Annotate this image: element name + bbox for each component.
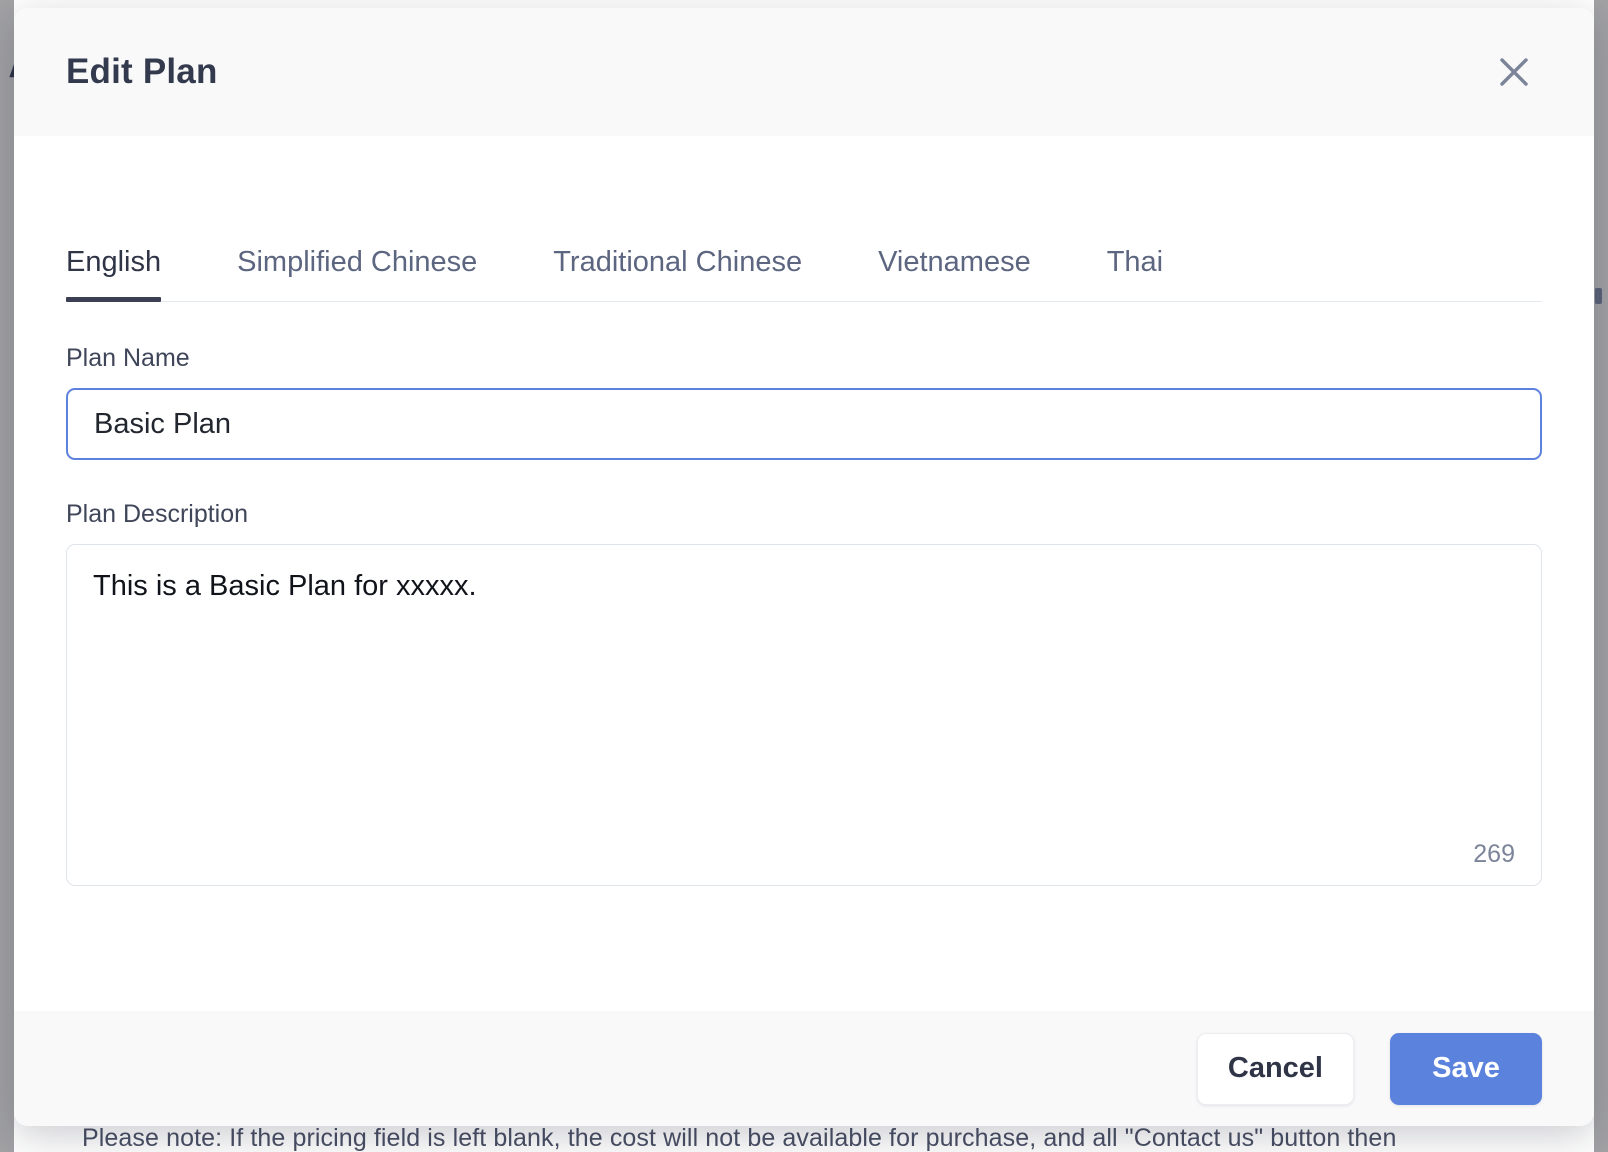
plan-name-input[interactable]	[66, 388, 1542, 460]
modal-footer: Cancel Save	[14, 1011, 1594, 1126]
edit-plan-modal: Edit Plan English Simplified Chinese Tra…	[14, 8, 1594, 1126]
plan-name-field-group: Plan Name	[66, 344, 1542, 460]
tab-thai[interactable]: Thai	[1107, 246, 1163, 301]
plan-name-label: Plan Name	[66, 344, 190, 372]
plan-description-textarea[interactable]: This is a Basic Plan for xxxxx.	[67, 545, 1541, 885]
modal-body: English Simplified Chinese Traditional C…	[14, 136, 1594, 1011]
close-button[interactable]	[1486, 44, 1542, 100]
plan-description-wrapper: This is a Basic Plan for xxxxx. 269	[66, 544, 1542, 886]
background-clipped-text: Please note: If the pricing field is lef…	[82, 1124, 1397, 1152]
tab-vietnamese[interactable]: Vietnamese	[878, 246, 1031, 301]
tab-english[interactable]: English	[66, 246, 162, 302]
plan-description-field-group: Plan Description This is a Basic Plan fo…	[66, 500, 1542, 886]
plan-description-label: Plan Description	[66, 500, 249, 528]
modal-header: Edit Plan	[14, 8, 1594, 136]
language-tabs: English Simplified Chinese Traditional C…	[66, 218, 1542, 302]
cancel-button[interactable]: Cancel	[1196, 1032, 1354, 1105]
tab-traditional-chinese[interactable]: Traditional Chinese	[553, 246, 802, 301]
save-button[interactable]: Save	[1390, 1032, 1542, 1105]
tab-simplified-chinese[interactable]: Simplified Chinese	[237, 246, 477, 301]
close-icon	[1495, 53, 1533, 91]
page-title: Edit Plan	[66, 52, 218, 91]
background-edge-marker	[1595, 288, 1602, 304]
